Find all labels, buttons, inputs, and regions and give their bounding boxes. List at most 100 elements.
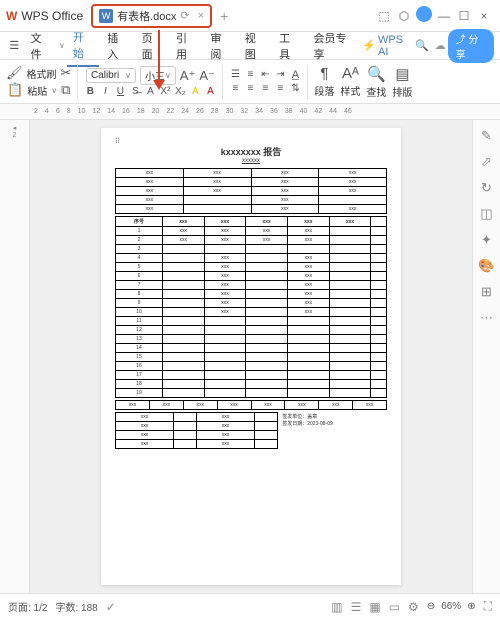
tab-title: 有表格.docx (117, 8, 176, 24)
app-name: WPS Office (21, 9, 83, 23)
indent-left-icon[interactable]: ⇤ (259, 69, 271, 81)
bottom-row-table: xxxxxxxxxxxxxxxxxxxxxxxx (115, 400, 387, 410)
new-tab-button[interactable]: + (220, 8, 228, 24)
find-icon: 🔍 (367, 65, 386, 83)
tab-page[interactable]: 页面 (136, 26, 168, 66)
app-logo-icon: W (6, 9, 17, 23)
search-icon[interactable]: 🔍 (414, 39, 431, 52)
cursor-icon[interactable]: ⬀ (481, 154, 492, 170)
menu-icon[interactable]: ☰ (6, 39, 23, 52)
justify-icon[interactable]: ≡ (274, 83, 286, 94)
tab-modified-icon: ⟳ (180, 9, 189, 22)
clip-icon[interactable]: ◫ (480, 206, 492, 222)
close-icon[interactable]: × (474, 9, 494, 23)
file-menu[interactable]: 文件 (25, 26, 57, 66)
bold-icon[interactable]: B (84, 86, 96, 97)
side-toolbar: ✎ ⬀ ↻ ◫ ✦ 🎨 ⊞ ⋯ (472, 120, 500, 593)
zoom-control[interactable]: ⊖ 66% ⊕ (427, 601, 476, 612)
horizontal-ruler[interactable]: 2468101214161820222426283032343638404244… (0, 104, 500, 120)
paragraph-button[interactable]: ¶段落 (314, 65, 334, 98)
cloud-icon[interactable]: ☁ (435, 39, 446, 52)
highlight-icon[interactable]: A (189, 86, 201, 97)
bottom-grid-table: xxxxxxxxxxxxxxxxxxxxxxxx (115, 412, 278, 449)
avatar-icon[interactable] (414, 6, 434, 25)
font-group: Calibri∨ 小三∨ A⁺ A⁻ B I U S̶ A X² X₂ A A (84, 66, 216, 97)
increase-font-icon[interactable]: A⁺ (180, 68, 196, 84)
italic-icon[interactable]: I (99, 86, 111, 97)
palette-icon[interactable]: 🎨 (478, 258, 494, 274)
doc-type-icon: W (99, 9, 113, 23)
view-web-icon[interactable]: ▦ (369, 600, 380, 614)
vertical-ruler[interactable]: ◂2 (0, 120, 30, 593)
find-button[interactable]: 🔍查找 (366, 65, 386, 99)
chevron-down-icon: ∨ (165, 71, 171, 80)
divider (222, 65, 223, 99)
document-canvas[interactable]: ⁝⁝ kxxxxxxx 报告 xxxxxx xxxxxxxxxxxxxxxxxx… (30, 120, 472, 593)
tab-view[interactable]: 视图 (239, 26, 271, 66)
numbering-icon[interactable]: ≡ (244, 69, 256, 81)
tab-tools[interactable]: 工具 (273, 26, 305, 66)
zoom-out-icon[interactable]: ⊖ (427, 601, 435, 612)
paste-chevron-icon[interactable]: ∨ (51, 86, 57, 95)
share-button[interactable]: ⤴ 分享 (448, 29, 494, 63)
doc-title: kxxxxxxx 报告 (115, 145, 387, 158)
style-button[interactable]: Aᴬ样式 (340, 65, 360, 98)
signature-box: 签发单位：盖章 签发日期：2023-08-09 (282, 414, 333, 449)
tab-insert[interactable]: 插入 (101, 26, 133, 66)
pencil-icon[interactable]: ✎ (481, 128, 492, 144)
font-color-icon[interactable]: A (204, 86, 216, 97)
view-outline-icon[interactable]: ☰ (351, 600, 362, 614)
word-count[interactable]: 字数: 188 (55, 599, 97, 614)
layout-button[interactable]: ▤排版 (392, 65, 412, 99)
wps-ai-button[interactable]: ⚡WPS AI (362, 34, 412, 58)
paragraph-icon: ¶ (320, 65, 328, 82)
document-tab[interactable]: W 有表格.docx ⟳ × (91, 4, 212, 28)
align-right-icon[interactable]: ≡ (259, 83, 271, 94)
align-center-icon[interactable]: ≡ (244, 83, 256, 94)
fullscreen-icon[interactable]: ⛶ (484, 599, 492, 614)
zoom-in-icon[interactable]: ⊕ (467, 601, 475, 612)
divider (307, 65, 308, 99)
font-select[interactable]: Calibri∨ (86, 68, 136, 83)
divider (77, 65, 78, 99)
bullets-icon[interactable]: ☰ (229, 69, 241, 81)
cube-icon[interactable]: ⬚ (374, 9, 394, 23)
tab-vip[interactable]: 会员专享 (308, 26, 361, 66)
page-indicator[interactable]: 页面: 1/2 (8, 599, 47, 614)
spellcheck-icon[interactable]: ✓ (106, 600, 116, 614)
tab-close-icon[interactable]: × (198, 10, 204, 22)
minimize-icon[interactable]: — (434, 9, 454, 23)
loop-icon[interactable]: ↻ (481, 180, 492, 196)
indent-right-icon[interactable]: ⇥ (274, 69, 286, 81)
hex-icon[interactable]: ⬡ (394, 9, 414, 23)
copy-icon[interactable]: ⧉ (61, 82, 70, 98)
underline-icon[interactable]: U (114, 86, 126, 97)
zoom-value: 66% (441, 601, 461, 612)
view-print-icon[interactable]: ▥ (331, 600, 342, 614)
settings-icon[interactable]: ⚙ (408, 600, 419, 614)
decrease-font-icon[interactable]: A⁻ (199, 68, 215, 84)
grid-icon[interactable]: ⊞ (481, 284, 492, 300)
tab-review[interactable]: 审阅 (204, 26, 236, 66)
paste-icon[interactable]: 📋 (7, 82, 23, 98)
style-icon: Aᴬ (342, 65, 359, 82)
format-group: 🖌格式刷 ✂ 📋粘贴∨ ⧉ (6, 65, 71, 98)
line-spacing-icon[interactable]: ⇅ (289, 83, 301, 94)
maximize-icon[interactable]: ☐ (454, 9, 474, 23)
subscript-icon[interactable]: X₂ (174, 86, 186, 97)
file-chevron-icon: ∨ (59, 41, 65, 50)
more-icon[interactable]: ⋯ (480, 310, 493, 326)
cut-icon[interactable]: ✂ (61, 65, 72, 81)
doc-subtitle: xxxxxx (115, 158, 387, 164)
format-brush-icon[interactable]: 🖌 (6, 65, 23, 81)
align-left-icon[interactable]: ≡ (229, 83, 241, 94)
case-icon[interactable]: A̲ (289, 69, 301, 81)
view-read-icon[interactable]: ▭ (389, 600, 400, 614)
tab-reference[interactable]: 引用 (170, 26, 202, 66)
sequence-table: 序号xxxxxxxxxxxxxxx1xxxxxxxxxxxx2xxxxxxxxx… (115, 216, 387, 398)
star-icon[interactable]: ✦ (481, 232, 492, 248)
strike-icon[interactable]: S̶ (129, 86, 141, 97)
paragraph-group: ☰ ≡ ⇤ ⇥ A̲ ≡ ≡ ≡ ≡ ⇅ (229, 69, 301, 94)
tab-home[interactable]: 开始 (67, 25, 99, 67)
ai-icon: ⚡ (362, 39, 376, 52)
